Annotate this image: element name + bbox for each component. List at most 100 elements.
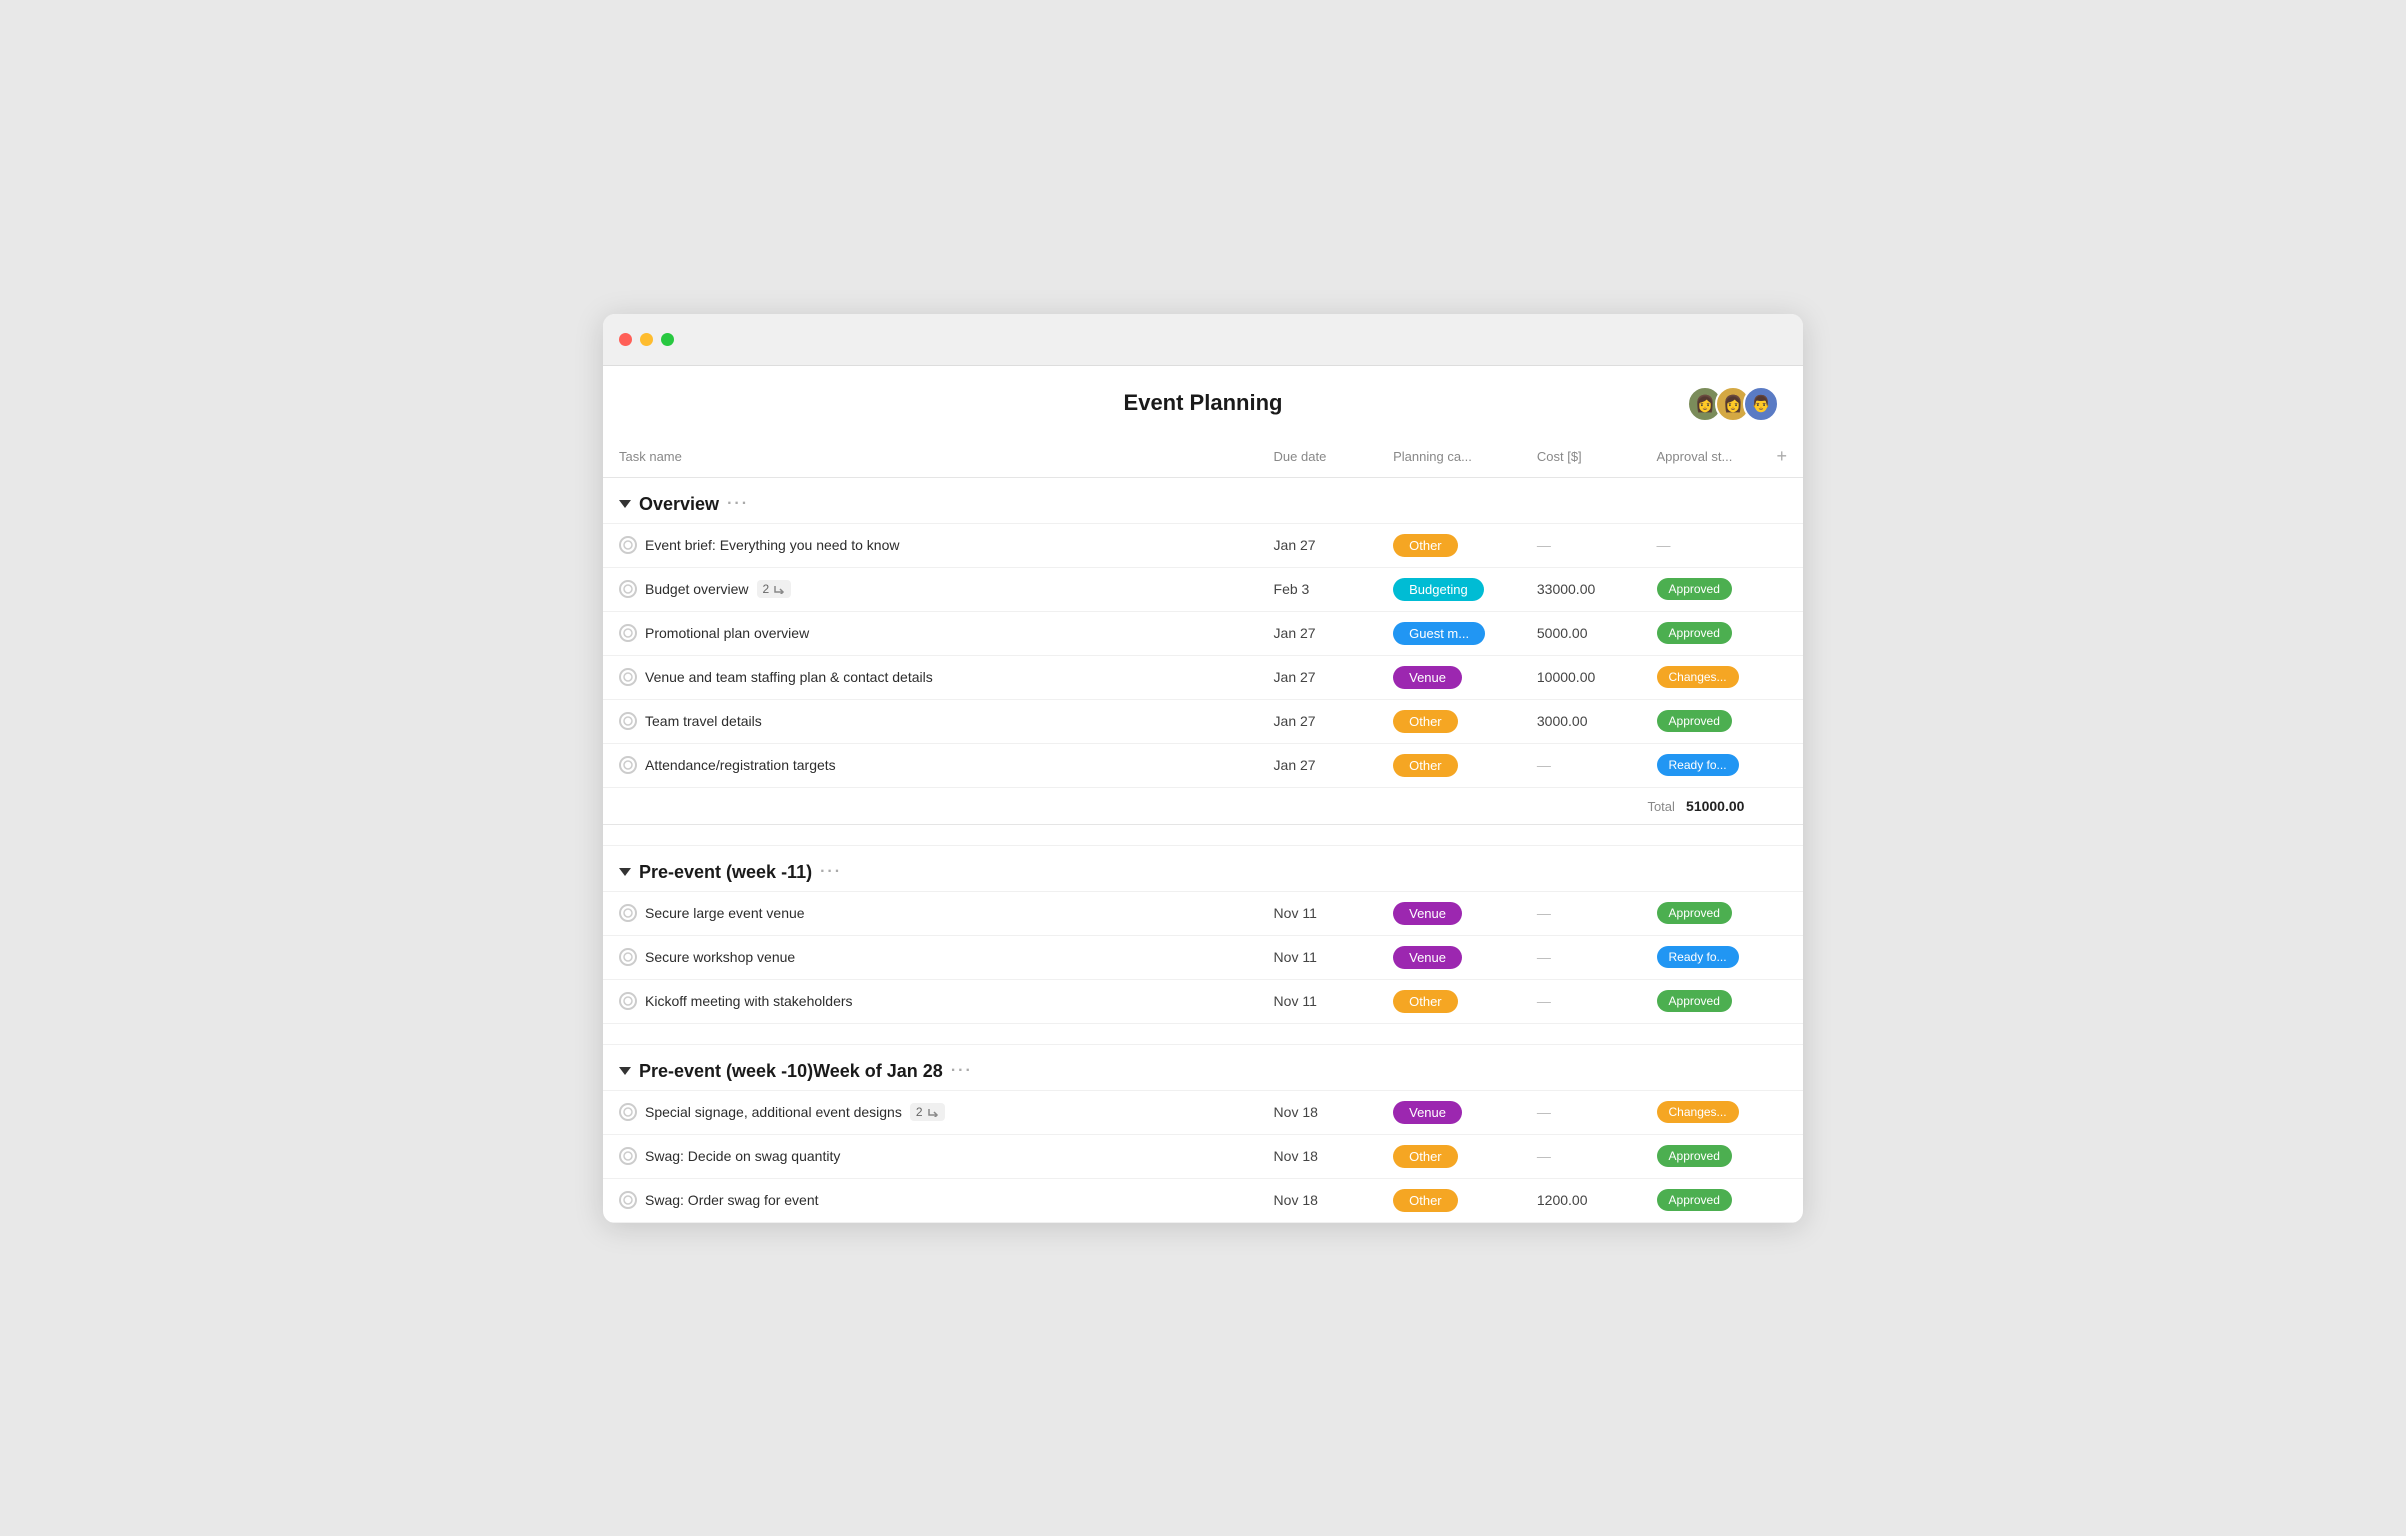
task-name: Swag: Order swag for event	[645, 1192, 819, 1208]
category-badge[interactable]: Other	[1393, 534, 1458, 557]
task-check[interactable]	[619, 536, 637, 554]
category-cell: Other	[1377, 523, 1521, 567]
category-badge[interactable]: Venue	[1393, 946, 1462, 969]
cost-cell: —	[1521, 743, 1641, 787]
task-check[interactable]	[619, 904, 637, 922]
due-date-cell: Jan 27	[1258, 523, 1378, 567]
cost-cell: —	[1521, 935, 1641, 979]
category-badge[interactable]: Other	[1393, 710, 1458, 733]
due-date-cell: Nov 11	[1258, 979, 1378, 1023]
table-row: Venue and team staffing plan & contact d…	[603, 655, 1803, 699]
approval-cell: Approved	[1641, 567, 1761, 611]
status-badge: Approved	[1657, 622, 1732, 644]
approval-cell: Approved	[1641, 891, 1761, 935]
row-actions	[1760, 655, 1803, 699]
task-check[interactable]	[619, 668, 637, 686]
approval-cell: Approved	[1641, 979, 1761, 1023]
category-badge[interactable]: Venue	[1393, 1101, 1462, 1124]
table-row: Budget overview 2 Feb 3 Budgeting 33000.…	[603, 567, 1803, 611]
due-date-cell: Jan 27	[1258, 699, 1378, 743]
task-check[interactable]	[619, 992, 637, 1010]
add-column-button[interactable]: +	[1760, 436, 1803, 478]
section-collapse-button[interactable]	[619, 500, 631, 508]
cost-cell: —	[1521, 979, 1641, 1023]
approval-cell: Approved	[1641, 699, 1761, 743]
due-date-cell: Nov 18	[1258, 1090, 1378, 1134]
row-actions	[1760, 979, 1803, 1023]
row-actions	[1760, 1134, 1803, 1178]
section-header: Overview ···	[603, 477, 1803, 523]
section-menu-button[interactable]: ···	[727, 495, 749, 513]
task-name: Team travel details	[645, 713, 762, 729]
page-title: Event Planning	[603, 390, 1803, 436]
task-check[interactable]	[619, 624, 637, 642]
close-button[interactable]	[619, 333, 632, 346]
table-row: Promotional plan overview Jan 27 Guest m…	[603, 611, 1803, 655]
category-cell: Other	[1377, 1134, 1521, 1178]
total-value: 51000.00	[1686, 798, 1744, 814]
category-cell: Other	[1377, 743, 1521, 787]
task-check[interactable]	[619, 1191, 637, 1209]
due-date-cell: Jan 27	[1258, 611, 1378, 655]
task-check[interactable]	[619, 756, 637, 774]
task-name: Kickoff meeting with stakeholders	[645, 993, 853, 1009]
task-check[interactable]	[619, 580, 637, 598]
task-check[interactable]	[619, 948, 637, 966]
category-badge[interactable]: Other	[1393, 990, 1458, 1013]
row-actions	[1760, 699, 1803, 743]
approval-cell: Ready fo...	[1641, 935, 1761, 979]
row-actions	[1760, 743, 1803, 787]
category-badge[interactable]: Venue	[1393, 902, 1462, 925]
status-badge: Changes...	[1657, 666, 1739, 688]
section-collapse-button[interactable]	[619, 868, 631, 876]
row-actions	[1760, 935, 1803, 979]
table-header: Task name Due date Planning ca... Cost […	[603, 436, 1803, 478]
status-badge: Approved	[1657, 902, 1732, 924]
task-check[interactable]	[619, 1147, 637, 1165]
category-badge[interactable]: Guest m...	[1393, 622, 1485, 645]
table-row: Swag: Decide on swag quantity Nov 18 Oth…	[603, 1134, 1803, 1178]
section-header: Pre-event (week -10)Week of Jan 28 ···	[603, 1044, 1803, 1090]
category-badge[interactable]: Venue	[1393, 666, 1462, 689]
section-spacer	[603, 1023, 1803, 1044]
category-badge[interactable]: Other	[1393, 754, 1458, 777]
status-badge: Approved	[1657, 1145, 1732, 1167]
category-cell: Venue	[1377, 891, 1521, 935]
category-cell: Other	[1377, 979, 1521, 1023]
cost-cell: 33000.00	[1521, 567, 1641, 611]
task-name: Event brief: Everything you need to know	[645, 537, 899, 553]
maximize-button[interactable]	[661, 333, 674, 346]
task-check[interactable]	[619, 712, 637, 730]
section-menu-button[interactable]: ···	[951, 1062, 973, 1080]
table-row: Secure workshop venue Nov 11 Venue — Rea…	[603, 935, 1803, 979]
table-row: Kickoff meeting with stakeholders Nov 11…	[603, 979, 1803, 1023]
minimize-button[interactable]	[640, 333, 653, 346]
category-cell: Other	[1377, 1178, 1521, 1222]
category-badge[interactable]: Other	[1393, 1145, 1458, 1168]
col-approval: Approval st...	[1641, 436, 1761, 478]
approval-cell: Changes...	[1641, 1090, 1761, 1134]
cost-cell: —	[1521, 523, 1641, 567]
category-badge[interactable]: Budgeting	[1393, 578, 1484, 601]
section-title: Overview	[639, 494, 719, 515]
col-planning-cat: Planning ca...	[1377, 436, 1521, 478]
category-cell: Guest m...	[1377, 611, 1521, 655]
titlebar	[603, 314, 1803, 366]
total-label: Total	[1647, 799, 1682, 814]
status-badge: Approved	[1657, 990, 1732, 1012]
status-badge: Ready fo...	[1657, 754, 1739, 776]
approval-cell: Ready fo...	[1641, 743, 1761, 787]
section-menu-button[interactable]: ···	[820, 863, 842, 881]
approval-cell: Approved	[1641, 1178, 1761, 1222]
status-badge: Approved	[1657, 578, 1732, 600]
status-badge: Changes...	[1657, 1101, 1739, 1123]
section-collapse-button[interactable]	[619, 1067, 631, 1075]
category-badge[interactable]: Other	[1393, 1189, 1458, 1212]
task-check[interactable]	[619, 1103, 637, 1121]
row-actions	[1760, 523, 1803, 567]
section-spacer	[603, 824, 1803, 845]
category-cell: Other	[1377, 699, 1521, 743]
due-date-cell: Feb 3	[1258, 567, 1378, 611]
section-title: Pre-event (week -11)	[639, 862, 812, 883]
cost-cell: —	[1521, 1134, 1641, 1178]
